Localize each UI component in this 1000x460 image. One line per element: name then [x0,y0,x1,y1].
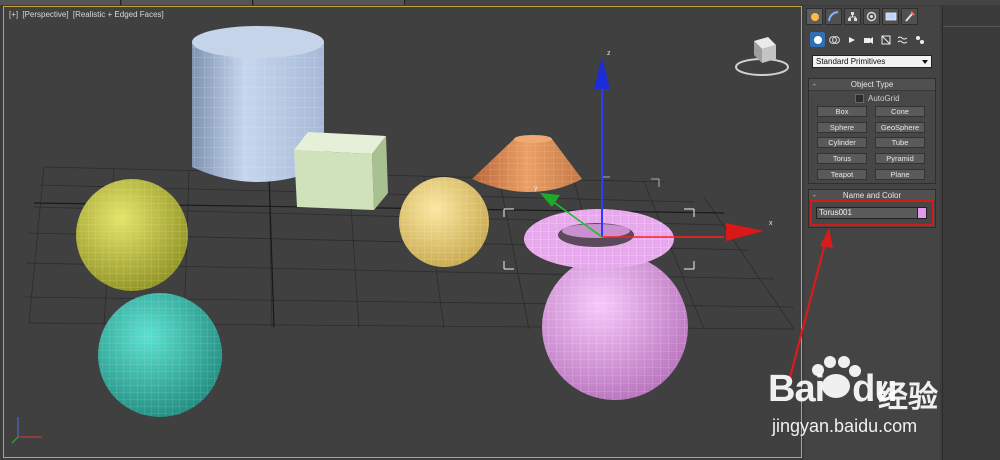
top-toolbar-strip [0,0,1000,5]
systems-icon[interactable] [912,32,927,47]
object-type-rollout: - Object Type AutoGrid Box Cone Sphere G… [808,78,936,184]
watermark-brand-cn: 经验 [878,381,938,414]
shapes-icon[interactable] [827,32,842,47]
viewport-label[interactable]: [+] [Perspective] [Realistic + Edged Fac… [9,10,166,19]
geosphere-button[interactable]: GeoSphere [875,122,925,133]
baidu-jingyan-watermark: Bai du 经验 jingyan.baidu.com [760,350,1000,460]
dropdown-value: Standard Primitives [816,57,886,66]
autogrid-label: AutoGrid [868,94,900,103]
tube-button[interactable]: Tube [875,137,925,148]
annotation-highlight-box [810,200,934,226]
name-and-color-title: Name and Color [842,191,902,200]
modify-tab-icon[interactable] [825,8,842,25]
geometry-icon[interactable] [810,32,825,47]
gizmo-y-label: y [534,185,538,192]
motion-tab-icon[interactable] [863,8,880,25]
helpers-icon[interactable] [878,32,893,47]
torus-button[interactable]: Torus [817,153,867,164]
utilities-tab-icon[interactable] [901,8,918,25]
autogrid-option[interactable]: AutoGrid [855,94,900,103]
torus-object-selected [503,208,695,270]
watermark-url: jingyan.baidu.com [772,416,918,436]
viewport-scene[interactable]: x z y [4,7,802,458]
primitives-dropdown[interactable]: Standard Primitives [812,55,932,68]
top-tab[interactable] [254,0,405,5]
display-tab-icon[interactable] [882,8,899,25]
panel-divider [943,26,1000,27]
object-type-title: Object Type [850,80,894,89]
gizmo-x-arrow [726,223,764,241]
gizmo-z-label: z [607,50,611,57]
lights-icon[interactable] [844,32,859,47]
sphere-pink-object [542,254,688,400]
cameras-icon[interactable] [861,32,876,47]
viewport-point-of-view[interactable]: [Perspective] [22,10,68,19]
cylinder-button[interactable]: Cylinder [817,137,867,148]
create-tab-icon[interactable] [806,8,823,25]
autogrid-checkbox[interactable] [855,94,864,103]
box-button[interactable]: Box [817,106,867,117]
sphere-teal-object [98,293,222,417]
object-type-header[interactable]: - Object Type [809,79,935,91]
space-warps-icon[interactable] [895,32,910,47]
cone-object [472,135,582,192]
command-panel-tabs [806,8,938,26]
plane-button[interactable]: Plane [875,169,925,180]
cone-button[interactable]: Cone [875,106,925,117]
viewcube [735,37,789,76]
hierarchy-tab-icon[interactable] [844,8,861,25]
sphere-gold-object [399,177,489,267]
watermark-brand-a: Bai [768,368,825,410]
sphere-button[interactable]: Sphere [817,122,867,133]
create-subcategories [810,32,927,48]
gizmo-z-arrow [594,57,610,89]
world-axis-tripod [11,417,42,444]
box-object [294,132,388,210]
viewport-shading[interactable]: [Realistic + Edged Faces] [73,10,164,19]
teapot-button[interactable]: Teapot [817,169,867,180]
collapse-icon: - [813,80,816,89]
sphere-yellow-object [76,179,188,291]
gizmo-x-label: x [769,220,773,227]
pyramid-button[interactable]: Pyramid [875,153,925,164]
chevron-down-icon [922,60,928,64]
top-tab[interactable] [122,0,253,5]
viewport-menu-plus[interactable]: [+] [9,10,18,19]
top-tab[interactable] [0,0,121,5]
perspective-viewport[interactable]: x z y [+] [Perspective] [Realistic + Edg… [3,6,802,458]
